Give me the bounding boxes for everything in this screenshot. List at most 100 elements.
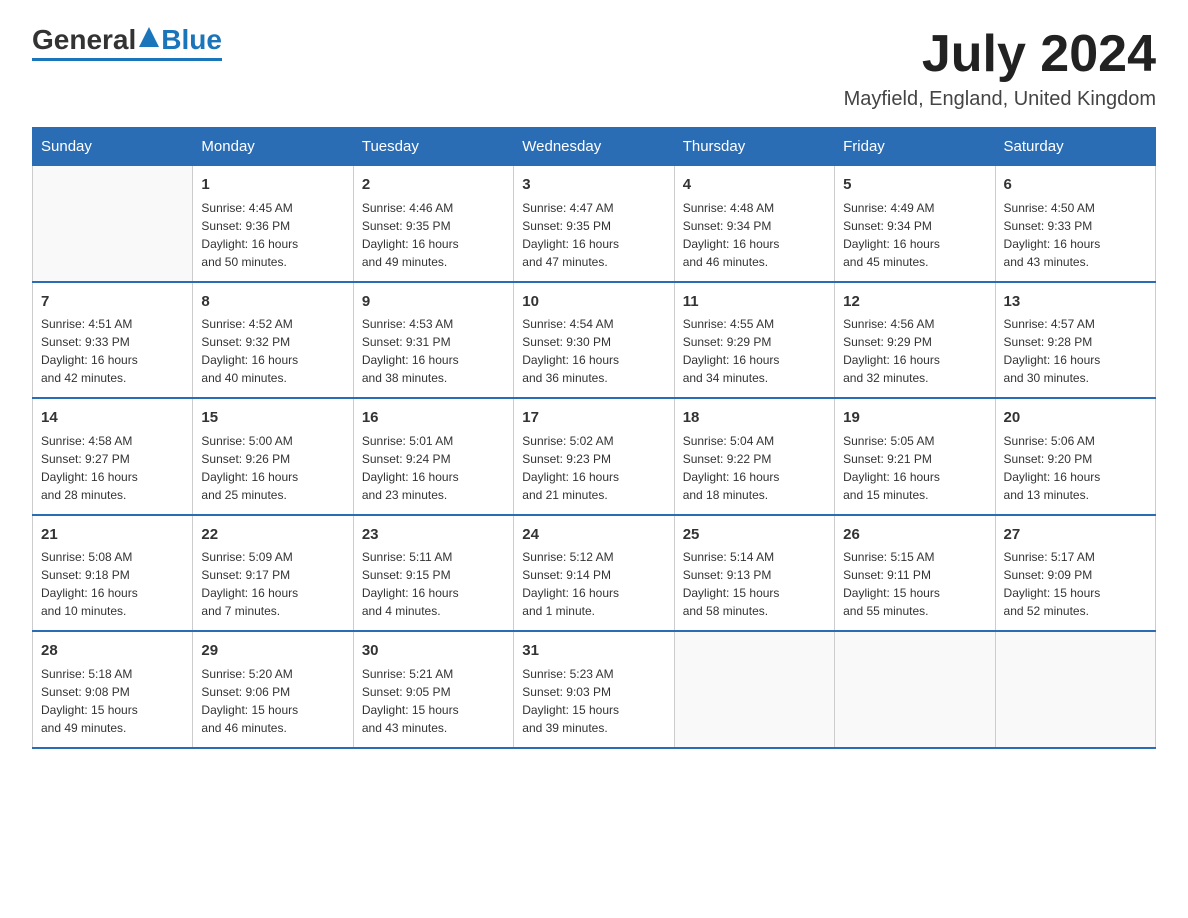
day-cell: 24Sunrise: 5:12 AM Sunset: 9:14 PM Dayli… bbox=[514, 515, 674, 632]
month-title: July 2024 bbox=[844, 24, 1156, 84]
day-number: 6 bbox=[1004, 174, 1147, 197]
day-number: 13 bbox=[1004, 291, 1147, 314]
day-info: Sunrise: 5:18 AM Sunset: 9:08 PM Dayligh… bbox=[41, 665, 184, 737]
day-info: Sunrise: 5:14 AM Sunset: 9:13 PM Dayligh… bbox=[683, 548, 826, 620]
day-cell bbox=[674, 631, 834, 748]
day-number: 12 bbox=[843, 291, 986, 314]
day-number: 30 bbox=[362, 640, 505, 663]
weekday-header-sunday: Sunday bbox=[33, 128, 193, 166]
logo-general-text: General bbox=[32, 24, 136, 56]
day-cell: 1Sunrise: 4:45 AM Sunset: 9:36 PM Daylig… bbox=[193, 166, 353, 282]
day-number: 8 bbox=[201, 291, 344, 314]
weekday-header-tuesday: Tuesday bbox=[353, 128, 513, 166]
week-row-4: 21Sunrise: 5:08 AM Sunset: 9:18 PM Dayli… bbox=[33, 515, 1156, 632]
day-info: Sunrise: 5:08 AM Sunset: 9:18 PM Dayligh… bbox=[41, 548, 184, 620]
day-cell: 2Sunrise: 4:46 AM Sunset: 9:35 PM Daylig… bbox=[353, 166, 513, 282]
week-row-3: 14Sunrise: 4:58 AM Sunset: 9:27 PM Dayli… bbox=[33, 398, 1156, 515]
location-title: Mayfield, England, United Kingdom bbox=[844, 88, 1156, 111]
day-cell: 30Sunrise: 5:21 AM Sunset: 9:05 PM Dayli… bbox=[353, 631, 513, 748]
weekday-header-thursday: Thursday bbox=[674, 128, 834, 166]
day-info: Sunrise: 5:09 AM Sunset: 9:17 PM Dayligh… bbox=[201, 548, 344, 620]
day-number: 10 bbox=[522, 291, 665, 314]
day-number: 1 bbox=[201, 174, 344, 197]
logo-underline bbox=[32, 58, 222, 61]
day-number: 29 bbox=[201, 640, 344, 663]
day-number: 24 bbox=[522, 524, 665, 547]
day-number: 31 bbox=[522, 640, 665, 663]
day-number: 23 bbox=[362, 524, 505, 547]
day-cell: 8Sunrise: 4:52 AM Sunset: 9:32 PM Daylig… bbox=[193, 282, 353, 399]
logo-triangle-icon bbox=[139, 24, 159, 56]
day-cell: 22Sunrise: 5:09 AM Sunset: 9:17 PM Dayli… bbox=[193, 515, 353, 632]
day-cell: 7Sunrise: 4:51 AM Sunset: 9:33 PM Daylig… bbox=[33, 282, 193, 399]
day-info: Sunrise: 4:51 AM Sunset: 9:33 PM Dayligh… bbox=[41, 315, 184, 387]
day-info: Sunrise: 4:53 AM Sunset: 9:31 PM Dayligh… bbox=[362, 315, 505, 387]
day-cell: 16Sunrise: 5:01 AM Sunset: 9:24 PM Dayli… bbox=[353, 398, 513, 515]
week-row-1: 1Sunrise: 4:45 AM Sunset: 9:36 PM Daylig… bbox=[33, 166, 1156, 282]
day-number: 20 bbox=[1004, 407, 1147, 430]
day-number: 5 bbox=[843, 174, 986, 197]
day-cell: 17Sunrise: 5:02 AM Sunset: 9:23 PM Dayli… bbox=[514, 398, 674, 515]
day-info: Sunrise: 4:52 AM Sunset: 9:32 PM Dayligh… bbox=[201, 315, 344, 387]
day-info: Sunrise: 5:04 AM Sunset: 9:22 PM Dayligh… bbox=[683, 432, 826, 504]
day-info: Sunrise: 4:49 AM Sunset: 9:34 PM Dayligh… bbox=[843, 199, 986, 271]
day-number: 22 bbox=[201, 524, 344, 547]
day-cell: 19Sunrise: 5:05 AM Sunset: 9:21 PM Dayli… bbox=[835, 398, 995, 515]
day-cell: 4Sunrise: 4:48 AM Sunset: 9:34 PM Daylig… bbox=[674, 166, 834, 282]
day-number: 3 bbox=[522, 174, 665, 197]
day-number: 26 bbox=[843, 524, 986, 547]
logo: General Blue bbox=[32, 24, 222, 61]
day-number: 11 bbox=[683, 291, 826, 314]
day-number: 17 bbox=[522, 407, 665, 430]
day-cell: 5Sunrise: 4:49 AM Sunset: 9:34 PM Daylig… bbox=[835, 166, 995, 282]
day-cell: 28Sunrise: 5:18 AM Sunset: 9:08 PM Dayli… bbox=[33, 631, 193, 748]
day-cell: 27Sunrise: 5:17 AM Sunset: 9:09 PM Dayli… bbox=[995, 515, 1155, 632]
day-info: Sunrise: 5:00 AM Sunset: 9:26 PM Dayligh… bbox=[201, 432, 344, 504]
logo-blue-text: Blue bbox=[161, 24, 222, 56]
day-info: Sunrise: 5:05 AM Sunset: 9:21 PM Dayligh… bbox=[843, 432, 986, 504]
week-row-5: 28Sunrise: 5:18 AM Sunset: 9:08 PM Dayli… bbox=[33, 631, 1156, 748]
day-info: Sunrise: 4:58 AM Sunset: 9:27 PM Dayligh… bbox=[41, 432, 184, 504]
day-cell: 14Sunrise: 4:58 AM Sunset: 9:27 PM Dayli… bbox=[33, 398, 193, 515]
weekday-header-monday: Monday bbox=[193, 128, 353, 166]
day-cell: 10Sunrise: 4:54 AM Sunset: 9:30 PM Dayli… bbox=[514, 282, 674, 399]
day-cell: 11Sunrise: 4:55 AM Sunset: 9:29 PM Dayli… bbox=[674, 282, 834, 399]
day-info: Sunrise: 5:20 AM Sunset: 9:06 PM Dayligh… bbox=[201, 665, 344, 737]
day-cell: 6Sunrise: 4:50 AM Sunset: 9:33 PM Daylig… bbox=[995, 166, 1155, 282]
day-info: Sunrise: 5:17 AM Sunset: 9:09 PM Dayligh… bbox=[1004, 548, 1147, 620]
day-cell: 25Sunrise: 5:14 AM Sunset: 9:13 PM Dayli… bbox=[674, 515, 834, 632]
weekday-header-friday: Friday bbox=[835, 128, 995, 166]
day-cell: 15Sunrise: 5:00 AM Sunset: 9:26 PM Dayli… bbox=[193, 398, 353, 515]
day-number: 27 bbox=[1004, 524, 1147, 547]
day-cell: 29Sunrise: 5:20 AM Sunset: 9:06 PM Dayli… bbox=[193, 631, 353, 748]
day-cell bbox=[835, 631, 995, 748]
day-info: Sunrise: 4:46 AM Sunset: 9:35 PM Dayligh… bbox=[362, 199, 505, 271]
day-number: 9 bbox=[362, 291, 505, 314]
day-cell: 3Sunrise: 4:47 AM Sunset: 9:35 PM Daylig… bbox=[514, 166, 674, 282]
day-cell: 31Sunrise: 5:23 AM Sunset: 9:03 PM Dayli… bbox=[514, 631, 674, 748]
day-info: Sunrise: 5:12 AM Sunset: 9:14 PM Dayligh… bbox=[522, 548, 665, 620]
day-info: Sunrise: 4:57 AM Sunset: 9:28 PM Dayligh… bbox=[1004, 315, 1147, 387]
weekday-header-wednesday: Wednesday bbox=[514, 128, 674, 166]
day-info: Sunrise: 5:21 AM Sunset: 9:05 PM Dayligh… bbox=[362, 665, 505, 737]
day-cell bbox=[33, 166, 193, 282]
week-row-2: 7Sunrise: 4:51 AM Sunset: 9:33 PM Daylig… bbox=[33, 282, 1156, 399]
day-cell: 13Sunrise: 4:57 AM Sunset: 9:28 PM Dayli… bbox=[995, 282, 1155, 399]
day-cell: 21Sunrise: 5:08 AM Sunset: 9:18 PM Dayli… bbox=[33, 515, 193, 632]
day-info: Sunrise: 5:01 AM Sunset: 9:24 PM Dayligh… bbox=[362, 432, 505, 504]
day-cell: 23Sunrise: 5:11 AM Sunset: 9:15 PM Dayli… bbox=[353, 515, 513, 632]
day-info: Sunrise: 4:56 AM Sunset: 9:29 PM Dayligh… bbox=[843, 315, 986, 387]
day-info: Sunrise: 4:47 AM Sunset: 9:35 PM Dayligh… bbox=[522, 199, 665, 271]
calendar-table: SundayMondayTuesdayWednesdayThursdayFrid… bbox=[32, 127, 1156, 749]
weekday-header-saturday: Saturday bbox=[995, 128, 1155, 166]
day-number: 7 bbox=[41, 291, 184, 314]
day-number: 2 bbox=[362, 174, 505, 197]
day-cell: 20Sunrise: 5:06 AM Sunset: 9:20 PM Dayli… bbox=[995, 398, 1155, 515]
day-number: 25 bbox=[683, 524, 826, 547]
day-cell: 26Sunrise: 5:15 AM Sunset: 9:11 PM Dayli… bbox=[835, 515, 995, 632]
day-info: Sunrise: 5:23 AM Sunset: 9:03 PM Dayligh… bbox=[522, 665, 665, 737]
day-number: 16 bbox=[362, 407, 505, 430]
day-info: Sunrise: 5:02 AM Sunset: 9:23 PM Dayligh… bbox=[522, 432, 665, 504]
day-number: 19 bbox=[843, 407, 986, 430]
day-number: 4 bbox=[683, 174, 826, 197]
